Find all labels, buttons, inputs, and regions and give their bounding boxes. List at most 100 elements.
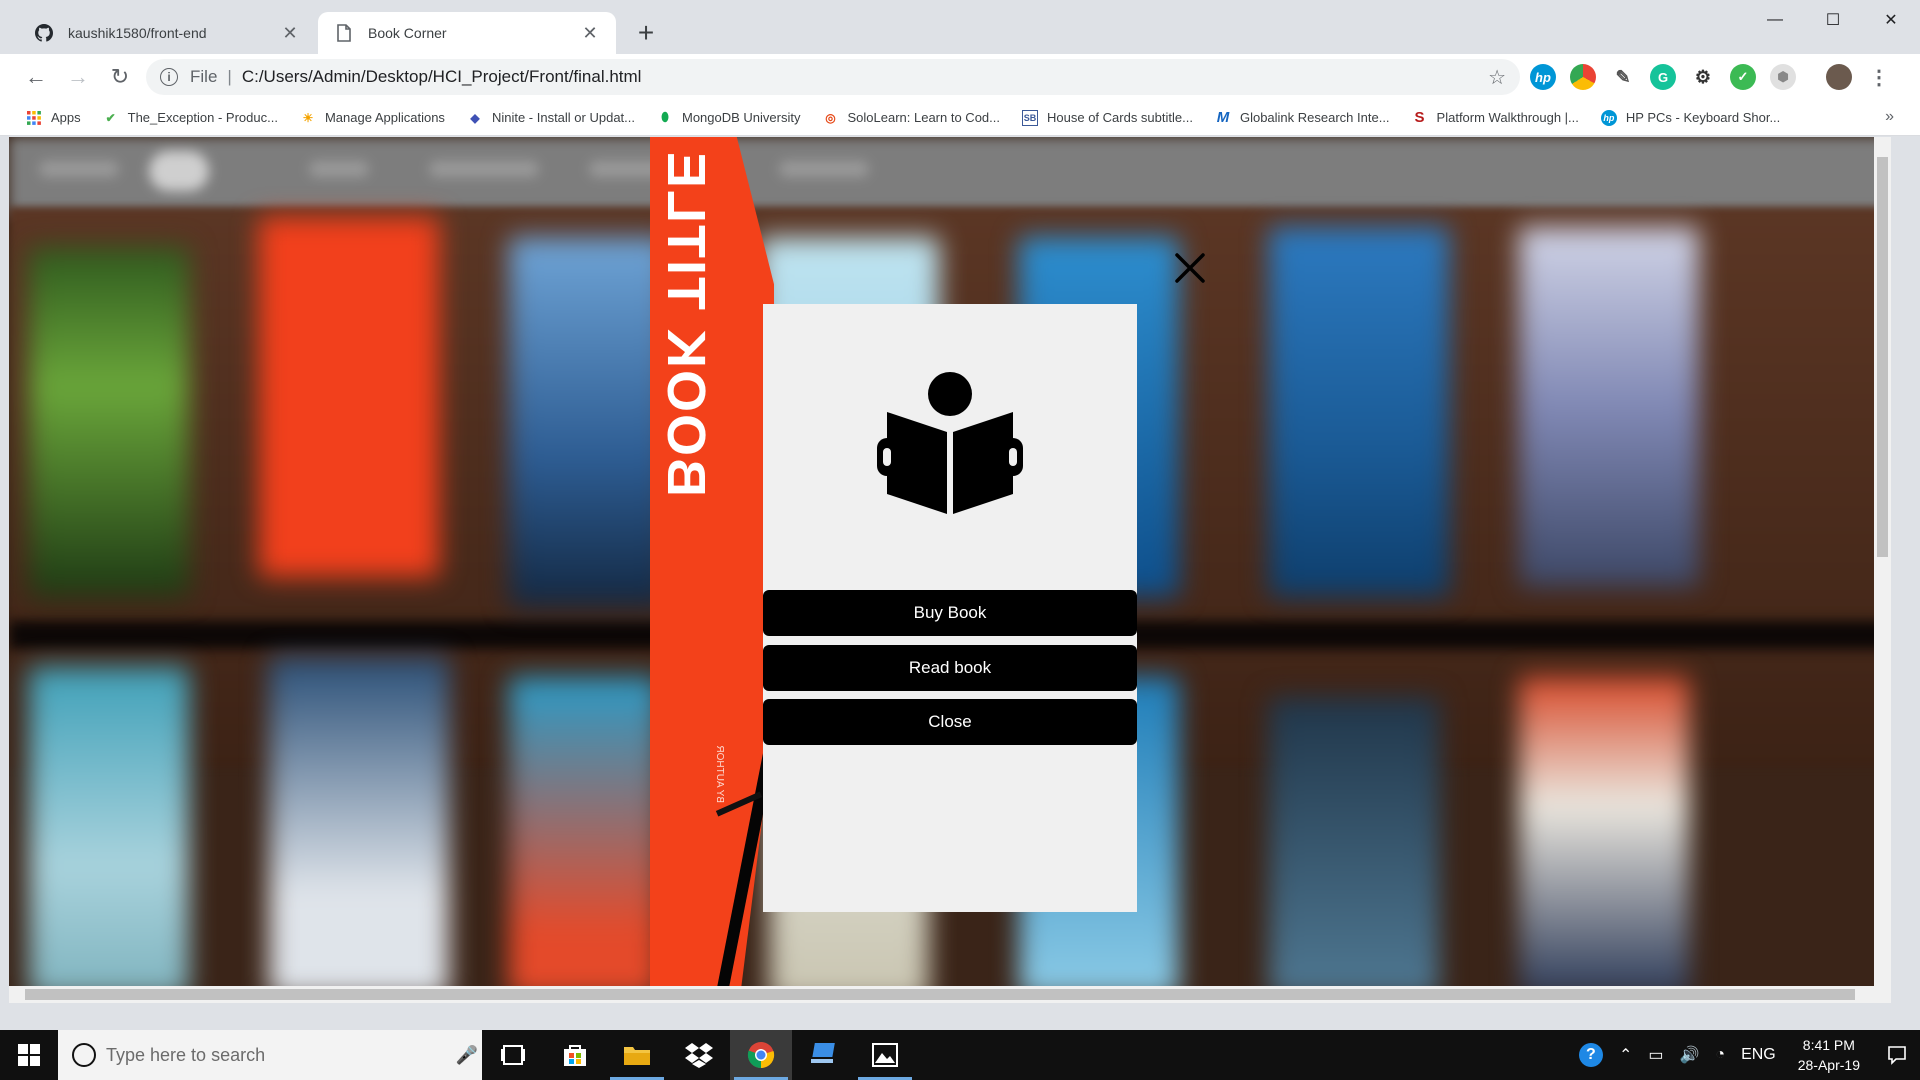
close-window-icon[interactable]: ✕ xyxy=(1862,0,1920,40)
hp-icon[interactable]: hp xyxy=(1530,64,1556,90)
reload-icon[interactable]: ↻ xyxy=(102,59,138,95)
url-text[interactable]: C:/Users/Admin/Desktop/HCI_Project/Front… xyxy=(242,67,1488,87)
windows-taskbar: Type here to search 🎤 ? ⌃ ▭ 🔊 ◔ ENG 8:41… xyxy=(0,1030,1920,1080)
book-cover[interactable] xyxy=(1519,677,1689,997)
volume-icon[interactable]: 🔊 xyxy=(1679,1045,1699,1065)
microsoft-store-icon[interactable] xyxy=(544,1030,606,1080)
bookmarks-bar: Apps ✔ The_Exception - Produc... ☀ Manag… xyxy=(0,100,1920,136)
eyedropper-icon[interactable]: ✎ xyxy=(1610,64,1636,90)
remote-desktop-icon[interactable] xyxy=(792,1030,854,1080)
wifi-icon[interactable]: ◔ xyxy=(1715,1046,1725,1064)
system-tray: ? ⌃ ▭ 🔊 ◔ ENG 8:41 PM 28-Apr-19 xyxy=(1571,1030,1920,1080)
minimize-icon[interactable]: ― xyxy=(1746,0,1804,40)
book-cover-title: BOOK TITLE xyxy=(656,150,716,497)
bookmark-label: Globalink Research Inte... xyxy=(1239,110,1390,125)
photos-icon[interactable] xyxy=(854,1030,916,1080)
check-icon: ✔ xyxy=(105,110,116,125)
book-cover[interactable] xyxy=(1519,227,1699,587)
bookmark-house-of-cards[interactable]: SB House of Cards subtitle... xyxy=(1022,109,1193,126)
help-icon[interactable]: ? xyxy=(1578,1043,1603,1067)
bookmark-label: HP PCs - Keyboard Shor... xyxy=(1625,110,1781,125)
buy-book-button[interactable]: Buy Book xyxy=(763,590,1137,636)
bookmark-label: SoloLearn: Learn to Cod... xyxy=(847,110,1001,125)
vertical-scrollbar[interactable] xyxy=(1874,137,1891,1003)
language-indicator[interactable]: ENG xyxy=(1741,1046,1776,1064)
book-cover[interactable] xyxy=(509,677,659,997)
search-placeholder: Type here to search xyxy=(106,1044,266,1065)
windows-start-icon[interactable] xyxy=(0,1030,58,1080)
menu-dots-icon[interactable]: ⋮ xyxy=(1866,64,1892,90)
book-cover[interactable] xyxy=(1269,227,1449,597)
leaf-icon: ⬮ xyxy=(661,110,669,124)
avatar[interactable] xyxy=(1826,64,1852,90)
bookmark-label: House of Cards subtitle... xyxy=(1047,110,1193,125)
tab-title: Book Corner xyxy=(368,25,447,41)
bookmark-sololearn[interactable]: ◎ SoloLearn: Learn to Cod... xyxy=(823,110,1001,126)
chevron-up-icon[interactable]: ⌃ xyxy=(1619,1045,1632,1065)
horizontal-scrollbar[interactable] xyxy=(9,986,1891,1003)
reading-person-icon xyxy=(877,372,1023,514)
gears-icon[interactable]: ⚙ xyxy=(1690,64,1716,90)
file-explorer-icon[interactable] xyxy=(606,1030,668,1080)
microphone-icon[interactable]: 🎤 xyxy=(452,1045,482,1066)
task-view-icon[interactable] xyxy=(482,1030,544,1080)
dropbox-icon[interactable] xyxy=(668,1030,730,1080)
s-icon: S xyxy=(1414,109,1425,126)
chrome-extension-icon[interactable] xyxy=(1570,64,1596,90)
notification-icon[interactable] xyxy=(1874,1045,1920,1065)
apps-grid-icon xyxy=(26,110,42,126)
battery-icon[interactable]: ▭ xyxy=(1648,1045,1663,1065)
shield-icon[interactable]: ⬢ xyxy=(1770,64,1796,90)
scrollbar-thumb[interactable] xyxy=(25,989,1855,1000)
tab-book-corner[interactable]: Book Corner ✕ xyxy=(318,12,616,54)
cortana-icon xyxy=(72,1043,96,1067)
address-bar[interactable]: i File | C:/Users/Admin/Desktop/HCI_Proj… xyxy=(146,59,1520,95)
maximize-icon[interactable]: ☐ xyxy=(1804,0,1862,40)
close-tab-icon[interactable]: ✕ xyxy=(580,23,600,43)
tab-github[interactable]: kaushik1580/front-end ✕ xyxy=(18,12,316,54)
bookmark-label: Apps xyxy=(51,110,81,125)
page-icon xyxy=(334,23,354,43)
close-button[interactable]: Close xyxy=(763,699,1137,745)
new-tab-button[interactable]: + xyxy=(631,17,661,48)
bookmark-manage-applications[interactable]: ☀ Manage Applications xyxy=(300,110,445,126)
book-cover[interactable] xyxy=(259,217,439,577)
chevron-right-icon[interactable]: » xyxy=(1885,108,1894,126)
extension-icons: hp ✎ G ⚙ ✓ ⬢ ⋮ xyxy=(1530,62,1892,92)
grammarly-icon[interactable]: G xyxy=(1650,64,1676,90)
ninite-icon: ◆ xyxy=(470,110,480,125)
clock[interactable]: 8:41 PM 28-Apr-19 xyxy=(1798,1035,1860,1075)
tab-strip: kaushik1580/front-end ✕ Book Corner ✕ + … xyxy=(0,0,1920,54)
bookmark-hp-pcs[interactable]: hp HP PCs - Keyboard Shor... xyxy=(1600,109,1781,126)
forward-arrow-icon[interactable]: → xyxy=(60,59,96,95)
url-separator: | xyxy=(227,67,232,86)
bookmark-mongodb[interactable]: ⬮ MongoDB University xyxy=(657,110,800,126)
scrollbar-thumb[interactable] xyxy=(1877,157,1888,557)
bookmark-ninite[interactable]: ◆ Ninite - Install or Updat... xyxy=(467,110,635,126)
bookmark-apps[interactable]: Apps xyxy=(26,110,81,126)
info-icon[interactable]: i xyxy=(160,68,178,86)
book-cover[interactable] xyxy=(29,667,189,997)
book-cover[interactable] xyxy=(29,247,189,597)
close-tab-icon[interactable]: ✕ xyxy=(280,23,300,43)
read-book-button[interactable]: Read book xyxy=(763,645,1137,691)
bookmark-platform-walkthrough[interactable]: S Platform Walkthrough |... xyxy=(1412,109,1579,126)
bookmark-globalink[interactable]: M Globalink Research Inte... xyxy=(1215,109,1390,126)
bookmark-star-icon[interactable]: ☆ xyxy=(1488,65,1506,90)
bookmark-the-exception[interactable]: ✔ The_Exception - Produc... xyxy=(103,110,278,126)
github-icon xyxy=(34,23,54,43)
book-cover[interactable] xyxy=(269,657,449,997)
clock-time: 8:41 PM xyxy=(1802,1037,1855,1053)
window-controls: ― ☐ ✕ xyxy=(1746,0,1920,40)
book-cover[interactable] xyxy=(1269,697,1439,997)
book-cover[interactable] xyxy=(509,237,669,607)
sololearn-icon: ◎ xyxy=(825,110,836,125)
book-cover-author: BY AUTHOR xyxy=(714,745,725,803)
taskbar-search-box[interactable]: Type here to search 🎤 xyxy=(58,1030,482,1080)
back-arrow-icon[interactable]: ← xyxy=(18,59,54,95)
close-icon[interactable] xyxy=(1173,251,1207,285)
bookmark-label: The_Exception - Produc... xyxy=(127,110,278,125)
checkmark-extension-icon[interactable]: ✓ xyxy=(1730,64,1756,90)
book-options-modal: Buy Book Read book Close xyxy=(763,304,1137,912)
chrome-icon[interactable] xyxy=(730,1030,792,1080)
